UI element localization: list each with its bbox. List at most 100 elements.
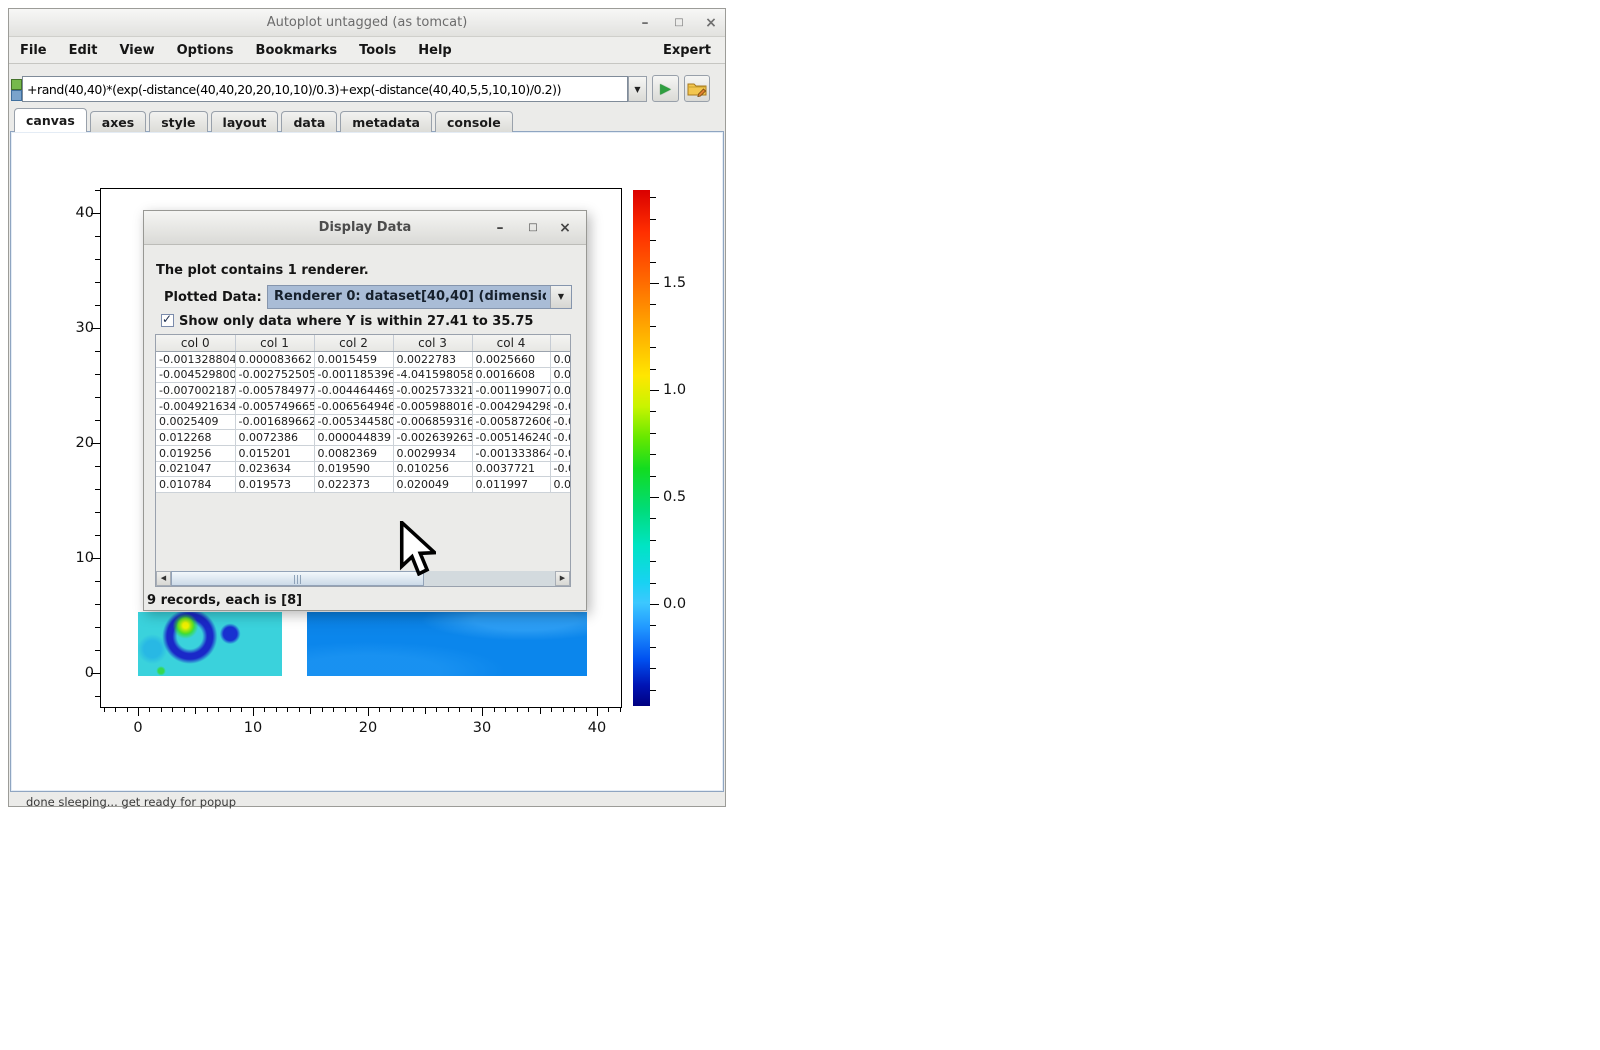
tab-layout[interactable]: layout	[211, 111, 279, 132]
scrollbar-thumb[interactable]	[171, 571, 424, 586]
tab-style[interactable]: style	[149, 111, 207, 132]
table-cell[interactable]: -0.007002187...	[156, 383, 235, 399]
table-cell[interactable]: 0.0072386	[235, 430, 314, 446]
uri-input[interactable]	[22, 76, 628, 102]
window-minimize-button[interactable]: –	[633, 9, 657, 37]
filter-checkbox[interactable]: ✓	[161, 314, 174, 327]
table-cell[interactable]: 0.0029934	[393, 445, 472, 461]
table-cell[interactable]: 0.00	[550, 367, 570, 383]
inspect-uri-button[interactable]	[684, 75, 710, 102]
table-cell[interactable]: 0.0082369	[314, 445, 393, 461]
table-cell[interactable]: -0.002639263...	[393, 430, 472, 446]
table-cell[interactable]: 0.020049	[393, 477, 472, 493]
colorbar[interactable]	[633, 190, 650, 706]
table-cell[interactable]: 0.00	[550, 477, 570, 493]
table-cell[interactable]: 0.0015459	[314, 352, 393, 368]
table-row[interactable]: 0.0122680.00723860.000044839-0.002639263…	[156, 430, 570, 446]
scroll-left-button[interactable]: ◀	[156, 571, 171, 586]
table-cell[interactable]: -0.001333864...	[472, 445, 550, 461]
table-cell[interactable]: -0.006859316...	[393, 414, 472, 430]
plotted-data-combobox[interactable]: Renderer 0: dataset[40,40] (dimension...…	[267, 285, 572, 309]
table-cell[interactable]: -0.001199077...	[472, 383, 550, 399]
tab-data[interactable]: data	[281, 111, 337, 132]
table-row[interactable]: -0.007002187...-0.005784977...-0.0044644…	[156, 383, 570, 399]
table-cell[interactable]: 0.019590	[314, 461, 393, 477]
table-cell[interactable]: -0.002752505...	[235, 367, 314, 383]
column-header[interactable]: col 1	[235, 335, 314, 352]
menu-item-edit[interactable]: Edit	[58, 43, 109, 58]
table-cell[interactable]: 0.011997	[472, 477, 550, 493]
table-cell[interactable]: -0.0	[550, 445, 570, 461]
table-cell[interactable]: -0.001689662...	[235, 414, 314, 430]
table-row[interactable]: 0.0025409-0.001689662...-0.005344580...-…	[156, 414, 570, 430]
table-cell[interactable]: 0.0025409	[156, 414, 235, 430]
column-header[interactable]	[550, 335, 570, 352]
table-cell[interactable]: 0.0037721	[472, 461, 550, 477]
dialog-minimize-button[interactable]: –	[489, 211, 511, 245]
table-cell[interactable]: 0.000044839	[314, 430, 393, 446]
menu-item-file[interactable]: File	[9, 43, 58, 58]
menu-item-tools[interactable]: Tools	[348, 43, 407, 58]
data-table[interactable]: col 0col 1col 2col 3col 4-0.001328804...…	[156, 335, 570, 493]
dialog-maximize-button[interactable]: □	[522, 211, 544, 245]
table-cell[interactable]: 0.022373	[314, 477, 393, 493]
tab-metadata[interactable]: metadata	[340, 111, 432, 132]
column-header[interactable]: col 3	[393, 335, 472, 352]
table-cell[interactable]: 0.0022783	[393, 352, 472, 368]
window-titlebar[interactable]: Autoplot untagged (as tomcat) – □ ×	[9, 9, 725, 37]
table-row[interactable]: -0.001328804...0.0000836620.00154590.002…	[156, 352, 570, 368]
menu-item-help[interactable]: Help	[407, 43, 462, 58]
menu-expert-toggle[interactable]: Expert	[663, 43, 711, 58]
table-row[interactable]: -0.004921634...-0.005749665...-0.0065649…	[156, 398, 570, 414]
table-cell[interactable]: -0.002573321...	[393, 383, 472, 399]
table-cell[interactable]: -0.006564946...	[314, 398, 393, 414]
table-cell[interactable]: -0.0	[550, 461, 570, 477]
column-header[interactable]: col 4	[472, 335, 550, 352]
table-cell[interactable]: -0.005872606...	[472, 414, 550, 430]
table-cell[interactable]: -0.001185396...	[314, 367, 393, 383]
table-cell[interactable]: -0.005784977...	[235, 383, 314, 399]
table-cell[interactable]: -0.0	[550, 414, 570, 430]
tab-axes[interactable]: axes	[90, 111, 146, 132]
datasource-status-icon[interactable]	[11, 79, 22, 90]
table-cell[interactable]: -0.0	[550, 398, 570, 414]
table-cell[interactable]: 0.0016608	[472, 367, 550, 383]
window-close-button[interactable]: ×	[699, 9, 723, 37]
spectrogram-fragment-left[interactable]	[138, 612, 282, 676]
menu-item-options[interactable]: Options	[166, 43, 245, 58]
menu-item-view[interactable]: View	[108, 43, 165, 58]
table-cell[interactable]: -0.005146240...	[472, 430, 550, 446]
table-cell[interactable]: -0.005749665...	[235, 398, 314, 414]
table-cell[interactable]: -0.0	[550, 430, 570, 446]
tab-canvas[interactable]: canvas	[14, 108, 87, 132]
uri-dropdown-button[interactable]: ▼	[628, 76, 647, 102]
table-cell[interactable]: 0.000083662	[235, 352, 314, 368]
table-cell[interactable]: 0.012268	[156, 430, 235, 446]
table-cell[interactable]: 0.010256	[393, 461, 472, 477]
table-cell[interactable]: 0.00	[550, 383, 570, 399]
column-header[interactable]: col 0	[156, 335, 235, 352]
table-cell[interactable]: 0.021047	[156, 461, 235, 477]
spectrogram-fragment-right[interactable]	[307, 612, 587, 676]
tab-console[interactable]: console	[435, 111, 513, 132]
table-cell[interactable]: -0.004464469...	[314, 383, 393, 399]
dialog-titlebar[interactable]: Display Data – □ ×	[144, 211, 586, 245]
table-cell[interactable]: 0.015201	[235, 445, 314, 461]
table-cell[interactable]: 0.023634	[235, 461, 314, 477]
plot-go-button[interactable]: ▶	[652, 75, 679, 102]
table-cell[interactable]: -0.004529800...	[156, 367, 235, 383]
table-cell[interactable]: -0.001328804...	[156, 352, 235, 368]
scroll-right-button[interactable]: ▶	[555, 571, 570, 586]
table-cell[interactable]: 0.010784	[156, 477, 235, 493]
table-cell[interactable]: 0.019256	[156, 445, 235, 461]
table-cell[interactable]: -0.005988016...	[393, 398, 472, 414]
table-row[interactable]: 0.0210470.0236340.0195900.0102560.003772…	[156, 461, 570, 477]
table-cell[interactable]: 0.00	[550, 352, 570, 368]
column-header[interactable]: col 2	[314, 335, 393, 352]
horizontal-scrollbar[interactable]: ◀ ▶	[156, 571, 570, 586]
menu-item-bookmarks[interactable]: Bookmarks	[245, 43, 349, 58]
table-row[interactable]: 0.0192560.0152010.00823690.0029934-0.001…	[156, 445, 570, 461]
table-row[interactable]: -0.004529800...-0.002752505...-0.0011853…	[156, 367, 570, 383]
dialog-close-button[interactable]: ×	[554, 211, 576, 245]
table-cell[interactable]: 0.019573	[235, 477, 314, 493]
